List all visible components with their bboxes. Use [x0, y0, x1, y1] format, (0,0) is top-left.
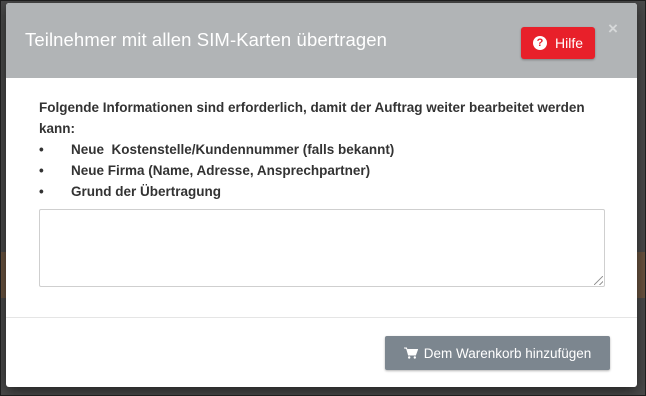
screenshot-border: [0, 0, 646, 396]
